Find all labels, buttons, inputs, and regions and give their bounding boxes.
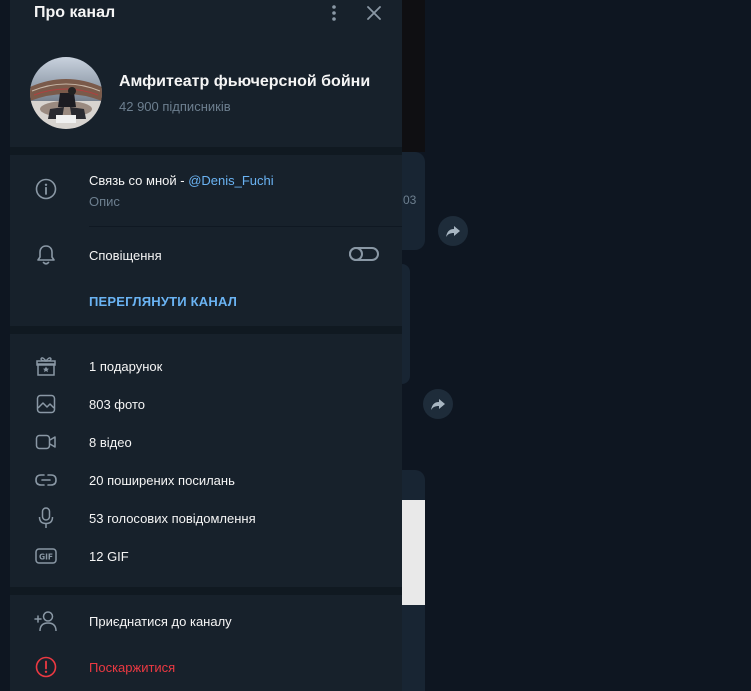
media-gifts[interactable]: 1 подарунок — [89, 359, 162, 374]
forward-message-button[interactable] — [438, 216, 468, 246]
media-videos[interactable]: 8 відео — [89, 435, 132, 450]
channel-info-panel: Про канал Амфитеатр фьючерсной бойни 42 … — [10, 0, 402, 691]
forward-icon — [446, 226, 460, 237]
toggle-knob — [349, 247, 363, 261]
channel-name: Амфитеатр фьючерсной бойни — [119, 73, 371, 90]
link-icon — [34, 468, 58, 492]
section-separator — [10, 326, 402, 334]
divider — [89, 226, 402, 227]
description-text: Связь со мной - — [89, 173, 189, 188]
media-links[interactable]: 20 поширених посилань — [89, 473, 235, 488]
gif-icon: GIF — [34, 544, 58, 568]
forward-icon — [431, 399, 445, 410]
contact-username-link[interactable]: @Denis_Fuchi — [188, 173, 273, 188]
media-voice-messages[interactable]: 53 голосових повідомлення — [89, 511, 256, 526]
subscriber-count: 42 900 підписників — [119, 99, 231, 114]
close-button[interactable] — [363, 2, 385, 24]
join-channel-button[interactable]: Приєднатися до каналу — [89, 614, 232, 629]
report-icon — [34, 655, 58, 679]
notifications-label: Сповіщення — [89, 248, 162, 263]
notifications-toggle[interactable] — [349, 247, 379, 261]
description-label: Опис — [89, 194, 120, 209]
amphitheater-image — [30, 57, 102, 129]
bell-icon — [34, 243, 58, 267]
chat-message-time: 03 — [403, 193, 417, 207]
media-gifs[interactable]: 12 GIF — [89, 549, 129, 564]
chat-media-preview — [402, 500, 425, 605]
section-separator — [10, 147, 402, 155]
svg-text:GIF: GIF — [39, 553, 53, 562]
video-icon — [34, 430, 58, 454]
media-photos[interactable]: 803 фото — [89, 397, 145, 412]
channel-description: Связь со мной - @Denis_Fuchi — [89, 173, 274, 188]
channel-avatar[interactable] — [30, 57, 102, 129]
more-options-button[interactable] — [323, 2, 345, 24]
close-icon — [367, 6, 381, 20]
more-vertical-icon — [332, 5, 336, 21]
section-separator — [10, 587, 402, 595]
view-channel-button[interactable]: ПЕРЕГЛЯНУТИ КАНАЛ — [89, 294, 237, 309]
add-user-icon — [34, 609, 58, 633]
forward-message-button[interactable] — [423, 389, 453, 419]
chat-media-dark — [402, 0, 425, 152]
report-button[interactable]: Поскаржитися — [89, 660, 175, 675]
panel-header: Про канал — [10, 0, 402, 26]
photo-icon — [34, 392, 58, 416]
chat-message-bubble — [402, 264, 410, 384]
gift-icon — [34, 354, 58, 378]
panel-title: Про канал — [34, 4, 116, 21]
info-icon — [34, 177, 58, 201]
microphone-icon — [34, 506, 58, 530]
